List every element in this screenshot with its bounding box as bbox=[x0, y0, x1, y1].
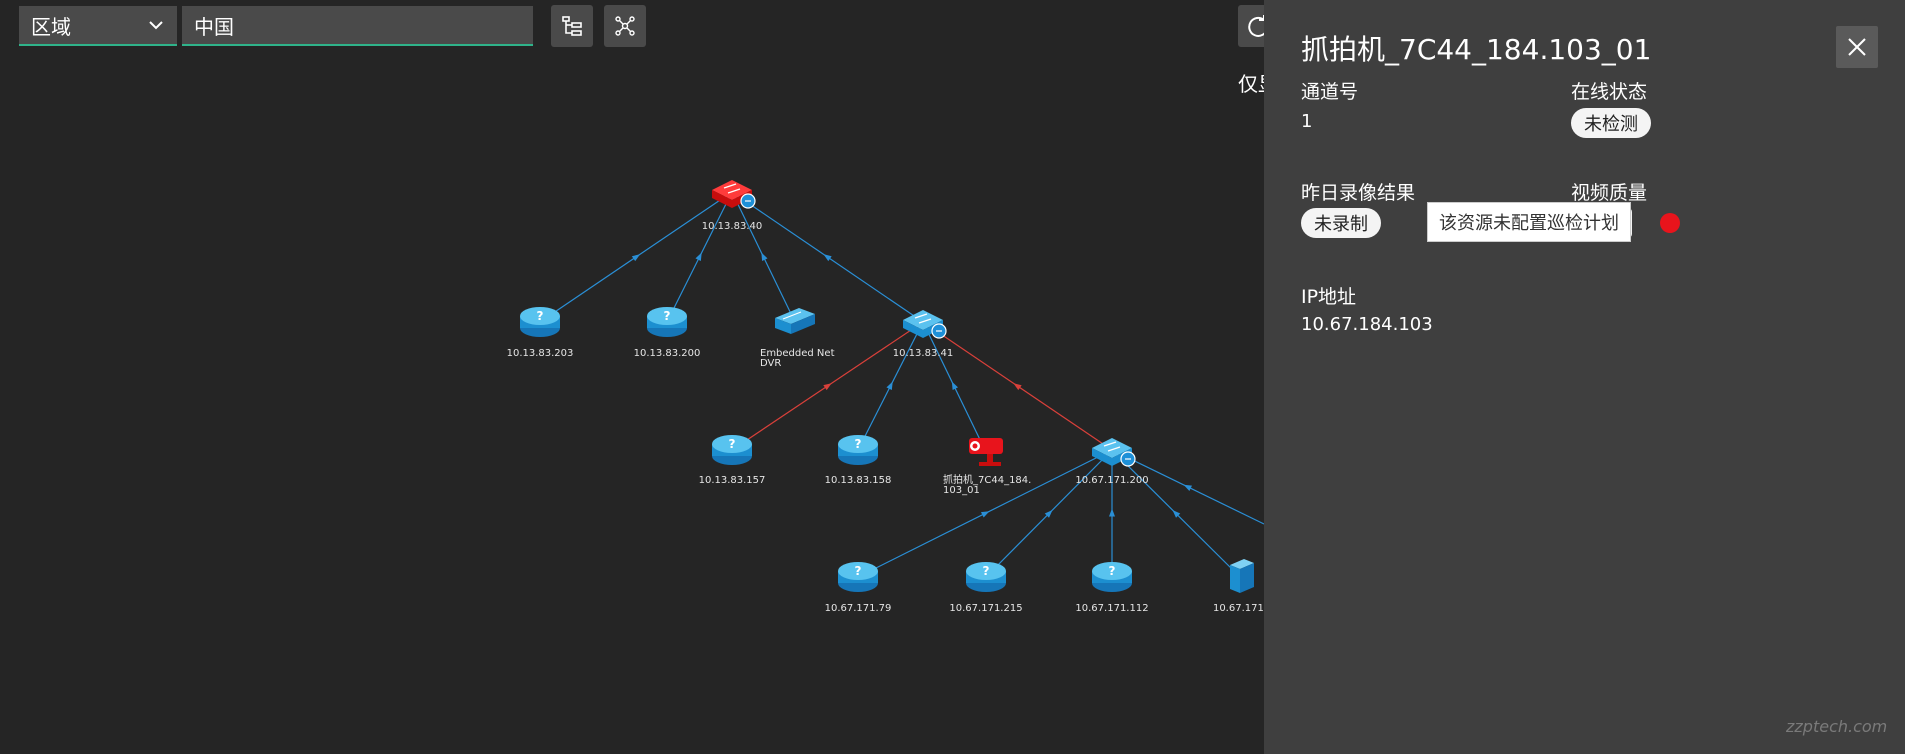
edge-arrow bbox=[951, 381, 959, 391]
topology-node-unknown[interactable]: ? 10.13.83.157 bbox=[699, 435, 766, 486]
online-status-label: 在线状态 bbox=[1571, 81, 1648, 103]
topology-node-unknown[interactable]: ? 10.67.171.112 bbox=[1075, 562, 1149, 614]
inspection-tooltip: 该资源未配置巡检计划 bbox=[1427, 202, 1631, 242]
node-label-line2: 103_01 bbox=[943, 485, 980, 496]
ip-address-label: IP地址 bbox=[1301, 286, 1357, 308]
edge-arrow bbox=[1013, 383, 1022, 391]
svg-text:?: ? bbox=[855, 564, 862, 578]
channel-label: 通道号 bbox=[1301, 81, 1359, 103]
edge-arrow bbox=[823, 254, 832, 262]
node-label: 10.13.83.203 bbox=[507, 348, 574, 359]
topology-node-dvr[interactable]: Embedded NetDVR bbox=[760, 308, 835, 369]
record-result-badge: 未录制 bbox=[1301, 208, 1381, 238]
topology-node-unknown[interactable]: ? 10.13.83.203 bbox=[507, 307, 574, 359]
svg-text:?: ? bbox=[729, 437, 736, 451]
device-title: 抓拍机_7C44_184.103_01 bbox=[1301, 33, 1652, 66]
edge-arrow bbox=[761, 252, 768, 262]
edge-arrow bbox=[1183, 484, 1193, 492]
edge-arrow bbox=[1109, 508, 1115, 517]
ip-address-value: 10.67.184.103 bbox=[1301, 314, 1433, 335]
svg-text:?: ? bbox=[537, 309, 544, 323]
topology-node-unknown[interactable]: ? 10.67.171.79 bbox=[825, 562, 892, 614]
node-label: 10.13.83.157 bbox=[699, 475, 766, 486]
edge-arrow bbox=[980, 511, 990, 518]
topology-node-unknown[interactable]: ? 10.13.83.200 bbox=[634, 307, 701, 359]
watermark: zzptech.com bbox=[1786, 717, 1888, 736]
node-label-line2: DVR bbox=[760, 358, 781, 369]
video-quality-label: 视频质量 bbox=[1571, 182, 1648, 204]
node-label: 10.13.83.200 bbox=[634, 348, 701, 359]
svg-text:?: ? bbox=[1109, 564, 1116, 578]
node-label: 10.67.171.112 bbox=[1075, 603, 1148, 614]
node-label: 10.67.171. bbox=[1213, 603, 1264, 614]
svg-text:?: ? bbox=[983, 564, 990, 578]
channel-value: 1 bbox=[1301, 111, 1313, 132]
topology-node-unknown[interactable]: ? 10.13.83.158 bbox=[825, 435, 892, 486]
svg-text:?: ? bbox=[855, 437, 862, 451]
topology-graph[interactable]: 10.13.83.40? 10.13.83.203? 10.13.83.200 Emb… bbox=[0, 0, 1264, 754]
video-quality-status-dot bbox=[1660, 213, 1680, 233]
device-detail-panel: 抓拍机_7C44_184.103_01 通道号 1 在线状态 未检测 昨日录像结… bbox=[1264, 0, 1905, 754]
node-label: 10.67.171.215 bbox=[949, 603, 1022, 614]
edge-arrow bbox=[631, 254, 641, 262]
node-label: 10.67.171.200 bbox=[1075, 475, 1148, 486]
close-icon bbox=[1848, 38, 1866, 56]
close-button[interactable] bbox=[1836, 26, 1878, 68]
edge-arrow bbox=[886, 381, 893, 391]
svg-text:?: ? bbox=[664, 309, 671, 323]
edge-arrow bbox=[695, 252, 702, 262]
topology-node-unknown[interactable]: ? 10.67.171.215 bbox=[949, 562, 1023, 614]
record-result-label: 昨日录像结果 bbox=[1301, 182, 1416, 204]
topology-node-camera-red[interactable]: 抓拍机_7C44_184.103_01 bbox=[943, 438, 1031, 496]
online-status-badge: 未检测 bbox=[1571, 108, 1651, 138]
topology-edges bbox=[539, 191, 1264, 578]
node-label: 10.13.83.41 bbox=[893, 348, 953, 359]
topology-node-server[interactable]: 10.67.171. bbox=[1213, 559, 1264, 614]
edge-arrow bbox=[823, 383, 832, 391]
topology-node-switch[interactable]: 10.13.83.41 bbox=[893, 310, 953, 359]
node-label: 10.67.171.79 bbox=[825, 603, 892, 614]
node-label: 10.13.83.158 bbox=[825, 475, 892, 486]
node-label: 10.13.83.40 bbox=[702, 221, 762, 232]
